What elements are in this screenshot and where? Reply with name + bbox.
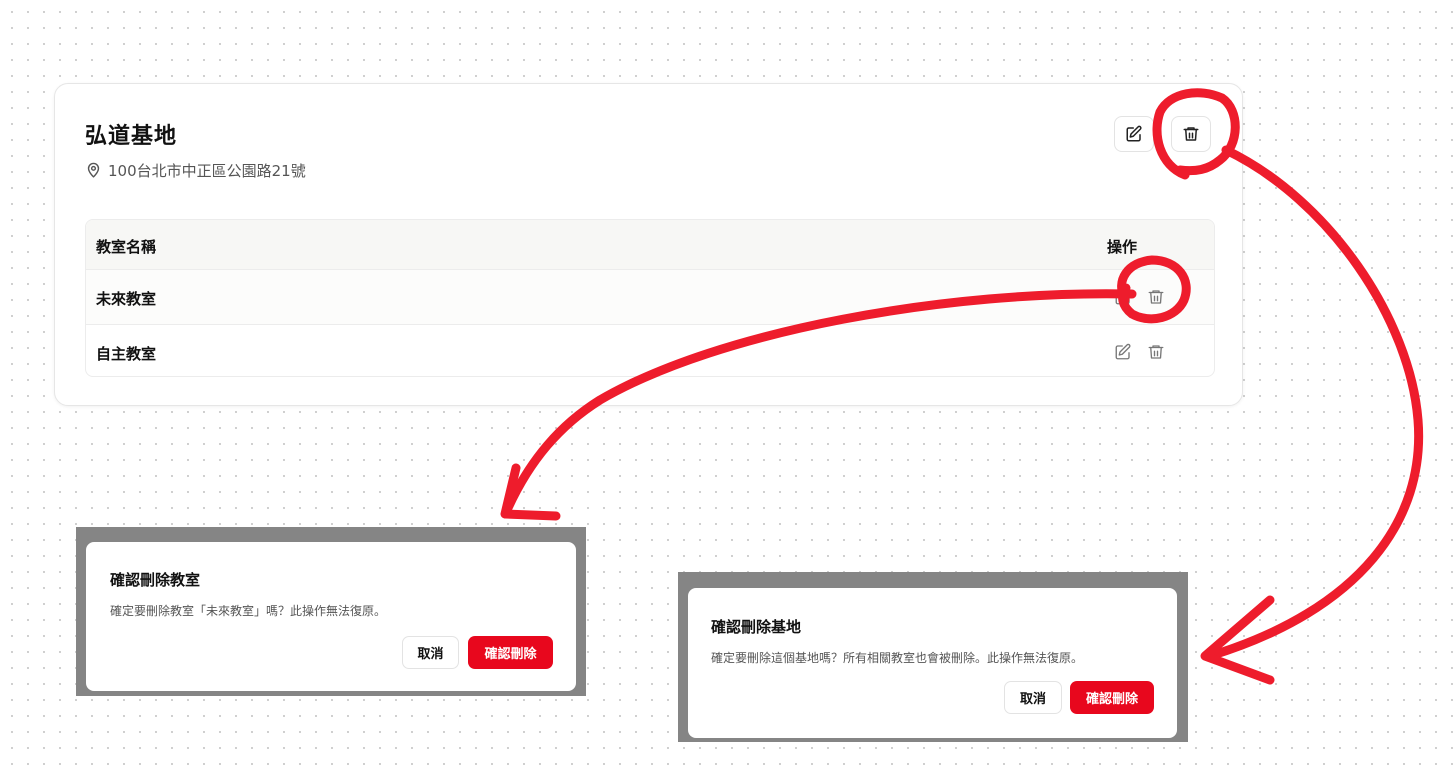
dialog-description: 確定要刪除這個基地嗎？所有相關教室也會被刪除。此操作無法復原。 [711, 651, 1084, 665]
classroom-name: 未來教室 [96, 290, 157, 308]
cancel-button[interactable]: 取消 [1004, 681, 1062, 714]
annotation-arrowhead-classroom [500, 463, 561, 521]
column-header-actions: 操作 [1107, 238, 1138, 256]
dialog-title: 確認刪除教室 [110, 571, 201, 589]
table-row: 自主教室 [86, 325, 1214, 376]
pencil-square-icon [1126, 125, 1142, 142]
classroom-table: 教室名稱 操作 未來教室 自主教室 [85, 219, 1215, 377]
trash-icon [1148, 290, 1164, 304]
base-title: 弘道基地 [85, 124, 178, 149]
annotation-arrowhead-base [1200, 595, 1275, 685]
delete-classroom-button[interactable] [1146, 287, 1166, 307]
base-card: 弘道基地 100台北市中正區公園路21號 教室名稱 操作 未來教室 自主教室 [54, 83, 1243, 406]
trash-icon [1148, 345, 1164, 359]
dialog-overlay-classroom: 確認刪除教室 確定要刪除教室「未來教室」嗎？此操作無法復原。 取消 確認刪除 [76, 527, 586, 696]
confirm-delete-classroom-dialog: 確認刪除教室 確定要刪除教室「未來教室」嗎？此操作無法復原。 取消 確認刪除 [86, 542, 576, 691]
pencil-square-icon [1115, 288, 1131, 305]
confirm-delete-button[interactable]: 確認刪除 [468, 636, 553, 669]
delete-base-button[interactable] [1171, 116, 1211, 152]
edit-classroom-button[interactable] [1113, 342, 1133, 362]
map-pin-icon [87, 162, 100, 178]
base-address-text: 100台北市中正區公園路21號 [108, 162, 306, 180]
pencil-square-icon [1115, 343, 1131, 360]
column-header-name: 教室名稱 [96, 238, 157, 256]
delete-classroom-button[interactable] [1146, 342, 1166, 362]
classroom-name: 自主教室 [96, 345, 157, 363]
table-row: 未來教室 [86, 270, 1214, 325]
table-header: 教室名稱 操作 [86, 220, 1214, 270]
confirm-delete-base-dialog: 確認刪除基地 確定要刪除這個基地嗎？所有相關教室也會被刪除。此操作無法復原。 取… [688, 588, 1177, 738]
trash-icon [1183, 127, 1199, 141]
confirm-delete-button[interactable]: 確認刪除 [1070, 681, 1154, 714]
edit-classroom-button[interactable] [1113, 287, 1133, 307]
dialog-overlay-base: 確認刪除基地 確定要刪除這個基地嗎？所有相關教室也會被刪除。此操作無法復原。 取… [678, 572, 1188, 742]
base-address: 100台北市中正區公園路21號 [85, 160, 306, 181]
dialog-title: 確認刪除基地 [711, 618, 802, 636]
edit-base-button[interactable] [1114, 116, 1154, 152]
cancel-button[interactable]: 取消 [402, 636, 459, 669]
dialog-description: 確定要刪除教室「未來教室」嗎？此操作無法復原。 [110, 604, 387, 618]
